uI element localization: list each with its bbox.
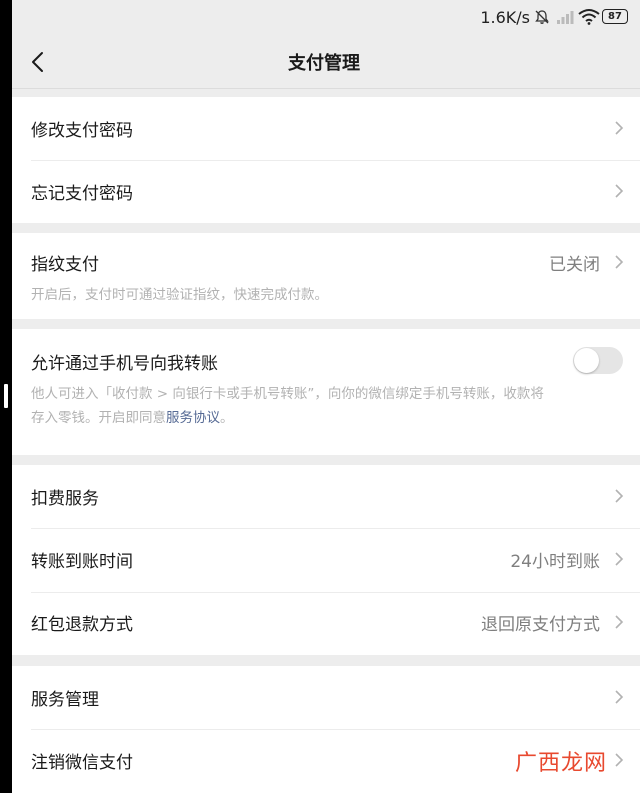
chevron-right-icon xyxy=(615,489,624,503)
service-manage-row[interactable]: 服务管理 xyxy=(12,666,640,729)
chevron-right-icon xyxy=(615,255,624,269)
wifi-icon xyxy=(578,9,600,25)
red-packet-refund-value: 退回原支付方式 xyxy=(481,615,600,635)
forgot-pay-password-label: 忘记支付密码 xyxy=(31,184,133,204)
cancel-wechat-pay-label: 注销微信支付 xyxy=(31,753,133,773)
deduction-service-row[interactable]: 扣费服务 xyxy=(12,465,640,528)
fingerprint-pay-status: 已关闭 xyxy=(549,255,600,275)
services-group: 扣费服务 转账到账时间 24小时到账 红包退款方式 退回原支付方式 xyxy=(12,465,640,655)
status-bar: 1.6K/s 87 xyxy=(12,0,640,36)
left-edge-strip xyxy=(0,0,12,793)
change-pay-password-label: 修改支付密码 xyxy=(31,121,133,141)
phone-transfer-toggle[interactable] xyxy=(573,347,623,374)
signal-icon xyxy=(557,11,574,24)
bell-muted-icon xyxy=(535,10,549,24)
chevron-right-icon xyxy=(615,615,624,629)
fingerprint-pay-label: 指纹支付 xyxy=(31,255,99,275)
page-title: 支付管理 xyxy=(288,53,360,74)
payment-management-page: 1.6K/s 87 支付管理 修改支付密码 忘记支付密码 指纹支付 已关闭 开启… xyxy=(12,0,640,793)
battery-icon: 87 xyxy=(602,9,628,24)
red-packet-refund-label: 红包退款方式 xyxy=(31,615,133,635)
chevron-right-icon xyxy=(615,184,624,198)
description-suffix: 。 xyxy=(220,410,234,426)
fingerprint-pay-description: 开启后，支付时可通过验证指纹，快速完成付款。 xyxy=(31,287,328,303)
description-prefix: 存入零钱。开启即同意 xyxy=(31,410,166,426)
transfer-time-label: 转账到账时间 xyxy=(31,552,133,572)
change-pay-password-row[interactable]: 修改支付密码 xyxy=(12,97,640,160)
password-group: 修改支付密码 忘记支付密码 xyxy=(12,97,640,223)
forgot-pay-password-row[interactable]: 忘记支付密码 xyxy=(12,160,640,223)
nav-bar: 支付管理 xyxy=(12,36,640,89)
fingerprint-pay-row[interactable]: 指纹支付 已关闭 开启后，支付时可通过验证指纹，快速完成付款。 xyxy=(12,233,640,319)
service-agreement-link[interactable]: 服务协议 xyxy=(166,410,220,426)
chevron-right-icon xyxy=(615,121,624,135)
transfer-time-value: 24小时到账 xyxy=(510,552,600,572)
network-speed: 1.6K/s xyxy=(480,8,530,27)
edge-handle xyxy=(4,384,8,408)
chevron-right-icon xyxy=(615,552,624,566)
watermark: 广西龙网 xyxy=(514,751,607,776)
phone-transfer-description-line2: 存入零钱。开启即同意服务协议。 xyxy=(31,407,234,430)
chevron-right-icon xyxy=(615,753,624,767)
phone-transfer-group: 允许通过手机号向我转账 他人可进入「收付款 > 向银行卡或手机号转账”，向你的微… xyxy=(12,329,640,455)
toggle-knob xyxy=(574,348,599,373)
fingerprint-group: 指纹支付 已关闭 开启后，支付时可通过验证指纹，快速完成付款。 xyxy=(12,233,640,319)
deduction-service-label: 扣费服务 xyxy=(31,489,99,509)
chevron-right-icon xyxy=(615,690,624,704)
phone-transfer-label: 允许通过手机号向我转账 xyxy=(31,354,218,374)
red-packet-refund-row[interactable]: 红包退款方式 退回原支付方式 xyxy=(12,591,640,654)
service-manage-label: 服务管理 xyxy=(31,690,99,710)
transfer-time-row[interactable]: 转账到账时间 24小时到账 xyxy=(12,528,640,591)
phone-transfer-description-line1: 他人可进入「收付款 > 向银行卡或手机号转账”，向你的微信绑定手机号转账，收款将 xyxy=(31,386,544,402)
